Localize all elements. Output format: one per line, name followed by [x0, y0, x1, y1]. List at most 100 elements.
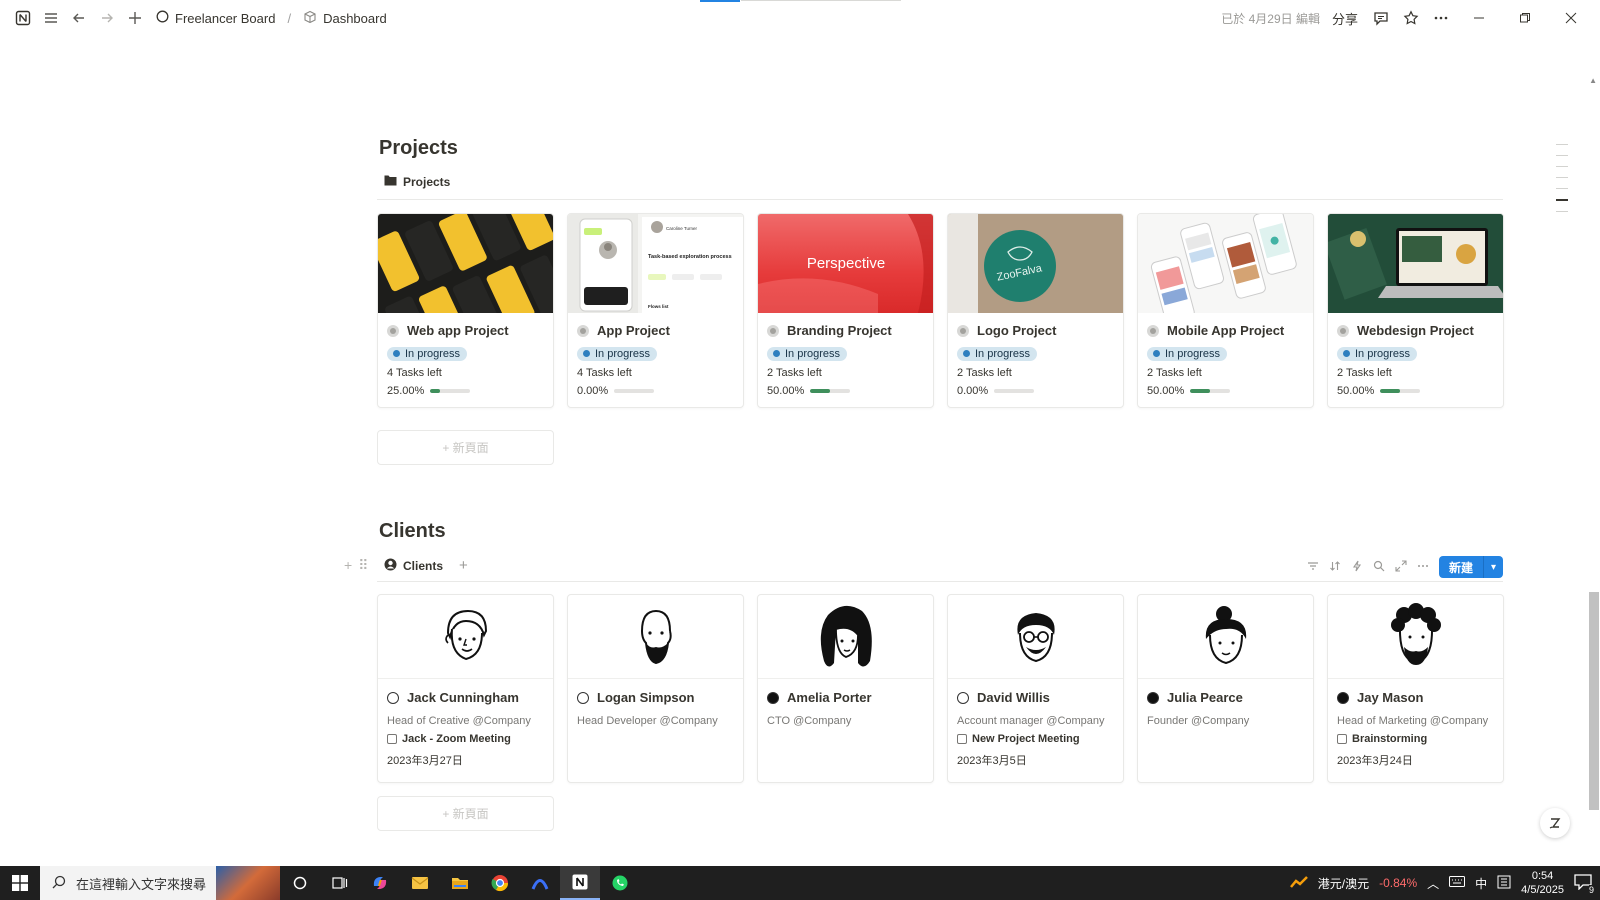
keyboard-icon[interactable] [1449, 876, 1466, 890]
notion-logo-icon[interactable] [12, 7, 34, 29]
notification-count: 9 [1588, 884, 1594, 895]
progress-bar [1380, 388, 1421, 393]
search-placeholder: 在這裡輸入文字來搜尋 [76, 876, 207, 892]
lightning-icon[interactable] [1351, 560, 1363, 575]
clients-view-tab[interactable]: Clients + [384, 557, 468, 574]
menu-icon[interactable] [40, 7, 62, 29]
search-highlight-image [216, 866, 280, 900]
share-button[interactable]: 分享 [1332, 9, 1358, 28]
task-view-icon[interactable] [320, 866, 360, 900]
user-circle-icon [384, 558, 397, 574]
client-portrait [1138, 595, 1313, 679]
comment-icon[interactable] [1370, 7, 1392, 29]
progress-row: 50.00% [1147, 385, 1304, 397]
client-meeting[interactable]: Jack - Zoom Meeting [387, 733, 544, 745]
breadcrumb-dashboard[interactable]: Dashboard [299, 8, 391, 29]
close-icon[interactable] [1552, 0, 1590, 36]
scroll-up-arrow-icon[interactable]: ▲ [1589, 76, 1597, 85]
table-of-contents-minimap[interactable] [1556, 144, 1570, 222]
projects-view-tab[interactable]: Projects [384, 174, 450, 189]
project-card[interactable]: Caroline Turner Task-based exploration p… [567, 213, 744, 408]
client-portrait [948, 595, 1123, 679]
sort-icon[interactable] [1329, 560, 1341, 575]
tasks-left: 2 Tasks left [1337, 366, 1392, 379]
add-view-icon[interactable]: + [459, 557, 468, 574]
progress-row: 0.00% [577, 385, 734, 397]
more-options-icon[interactable] [1430, 7, 1452, 29]
folder-icon [384, 174, 397, 189]
project-card[interactable]: Perspective Branding Project In progress… [757, 213, 934, 408]
clients-view-divider [377, 581, 1503, 582]
notion-app-icon[interactable] [560, 866, 600, 900]
whatsapp-icon[interactable] [600, 866, 640, 900]
ime-indicator[interactable]: 中 [1475, 875, 1487, 892]
plus-icon[interactable] [124, 7, 146, 29]
view-label: Projects [403, 174, 451, 189]
clock-date: 4/5/2025 [1521, 884, 1564, 896]
stock-widget-icon[interactable] [1289, 875, 1308, 892]
client-card[interactable]: Jay Mason Head of Marketing @Company Bra… [1327, 594, 1504, 783]
back-arrow-icon[interactable] [68, 7, 90, 29]
progress-text: 0.00% [957, 384, 989, 397]
client-portrait [1328, 595, 1503, 679]
currency-label[interactable]: 港元/澳元 [1318, 875, 1369, 892]
scroll-thumb[interactable] [1589, 592, 1599, 810]
arc-browser-icon[interactable] [520, 866, 560, 900]
ime-mode-icon[interactable] [1497, 875, 1511, 892]
vertical-scrollbar[interactable]: ▲ ▼ [1586, 36, 1600, 897]
project-card[interactable]: Web app Project In progress 4 Tasks left… [377, 213, 554, 408]
progress-row: 50.00% [1337, 385, 1494, 397]
client-card[interactable]: Amelia Porter CTO @Company [757, 594, 934, 783]
clients-new-page-button[interactable]: + 新頁面 [377, 796, 554, 831]
add-block-icon[interactable]: + [344, 557, 352, 574]
client-card[interactable]: Jack Cunningham Head of Creative @Compan… [377, 594, 554, 783]
minimize-icon[interactable] [1460, 0, 1498, 36]
project-title: Web app Project [407, 323, 509, 338]
clients-gallery: Jack Cunningham Head of Creative @Compan… [377, 594, 1504, 783]
progress-text: 50.00% [1147, 384, 1185, 397]
client-name: Julia Pearce [1167, 690, 1243, 705]
projects-new-page-button[interactable]: + 新頁面 [377, 430, 554, 465]
ai-assistant-icon[interactable] [1540, 808, 1570, 838]
status-badge: In progress [387, 346, 468, 361]
chrome-icon[interactable] [480, 866, 520, 900]
page-icon [957, 324, 969, 337]
progress-row: 0.00% [957, 385, 1114, 397]
projects-view-divider [377, 199, 1503, 200]
notification-center-icon[interactable]: 9 [1574, 873, 1594, 895]
page-icon [387, 324, 399, 337]
restore-icon[interactable] [1506, 0, 1544, 36]
client-meeting[interactable]: New Project Meeting [957, 733, 1114, 745]
client-avatar-icon [387, 691, 399, 704]
taskbar-clock[interactable]: 0:54 4/5/2025 [1521, 869, 1564, 897]
client-card[interactable]: Logan Simpson Head Developer @Company [567, 594, 744, 783]
view-label: Clients [403, 558, 444, 573]
client-card[interactable]: Julia Pearce Founder @Company [1137, 594, 1314, 783]
expand-icon[interactable] [1395, 559, 1407, 575]
filter-icon[interactable] [1307, 560, 1319, 575]
new-record-button[interactable]: 新建 [1439, 556, 1484, 578]
project-card[interactable]: Webdesign Project In progress 2 Tasks le… [1327, 213, 1504, 408]
client-name: Amelia Porter [787, 690, 872, 705]
project-card[interactable]: Mobile App Project In progress 2 Tasks l… [1137, 213, 1314, 408]
search-icon[interactable] [1373, 560, 1385, 575]
copilot-icon[interactable] [360, 866, 400, 900]
breadcrumb-freelancer-board[interactable]: Freelancer Board [152, 8, 279, 28]
chevron-up-icon[interactable]: ︿ [1427, 875, 1439, 892]
breadcrumb-separator: / [287, 10, 292, 26]
windows-start-icon[interactable] [0, 866, 40, 900]
client-meeting[interactable]: Brainstorming [1337, 733, 1494, 745]
more-options-icon[interactable] [1417, 560, 1429, 575]
taskbar-search-input[interactable]: 在這裡輸入文字來搜尋 [40, 866, 280, 900]
projects-heading: Projects [379, 137, 458, 159]
chevron-down-icon[interactable]: ▾ [1483, 556, 1504, 578]
file-explorer-icon[interactable] [440, 866, 480, 900]
forward-arrow-icon[interactable] [96, 7, 118, 29]
client-role: Head Developer @Company [577, 715, 718, 727]
star-icon[interactable] [1400, 7, 1422, 29]
client-card[interactable]: David Willis Account manager @Company Ne… [947, 594, 1124, 783]
mail-icon[interactable] [400, 866, 440, 900]
drag-handle-icon[interactable]: ⠿ [358, 557, 368, 574]
cortana-icon[interactable] [280, 866, 320, 900]
project-card[interactable]: ZooFalva Logo Project In progress 2 Task… [947, 213, 1124, 408]
